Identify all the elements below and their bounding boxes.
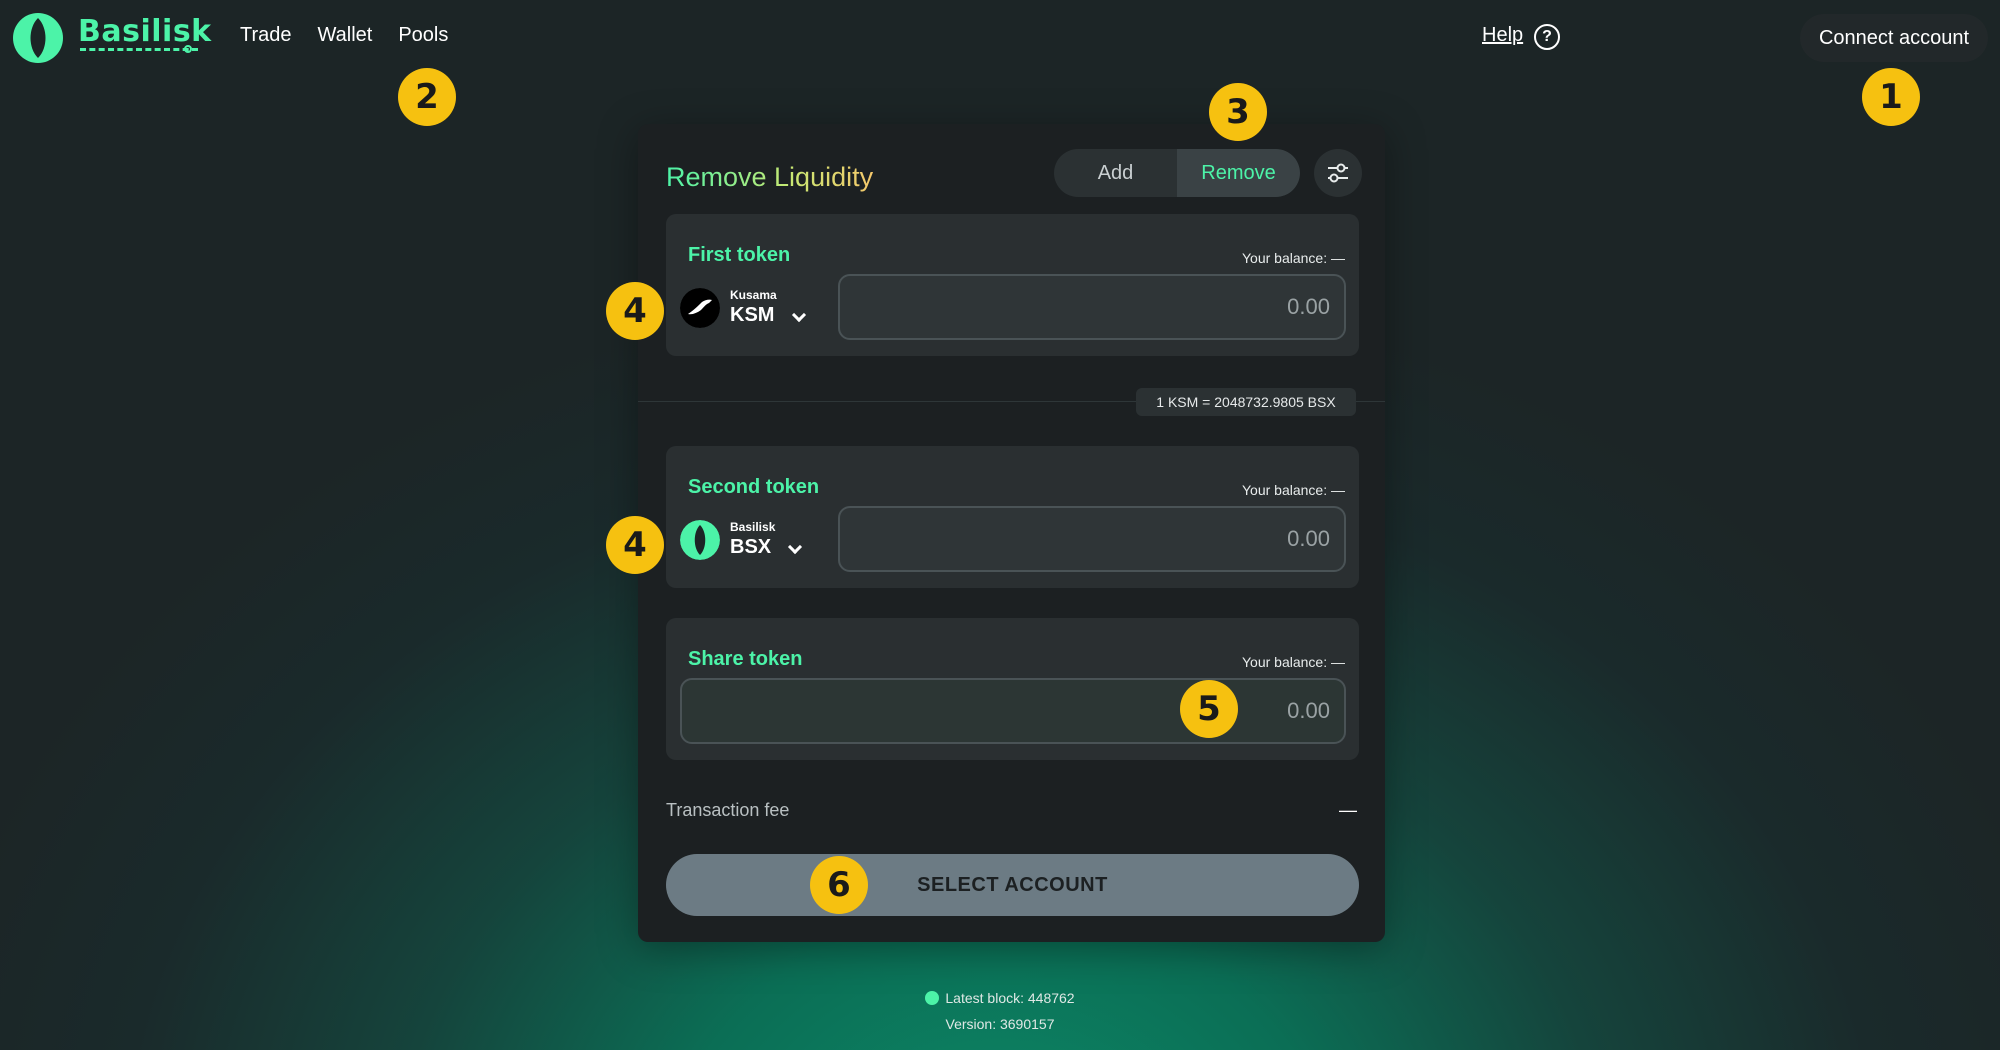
share-token-amount-input[interactable]: 0.00 [680,678,1346,744]
card-title: Remove Liquidity [666,162,874,192]
select-account-button[interactable]: SELECT ACCOUNT [666,854,1359,916]
settings-button[interactable] [1314,149,1362,197]
brand-underline [80,48,198,54]
kusama-icon [680,288,720,328]
callout-marker-4a: 4 [606,282,664,340]
callout-marker-2: 2 [398,68,456,126]
tab-add[interactable]: Add [1054,149,1177,197]
help-link[interactable]: Help [1482,24,1523,47]
chevron-down-icon [787,539,803,555]
second-token-selector[interactable]: Basilisk BSX [680,516,830,564]
second-token-label: Second token [688,476,820,498]
top-header: Basilisk Trade Wallet Pools Help ? Conne… [0,0,2000,74]
brand-name[interactable]: Basilisk [78,14,212,49]
status-dot-icon [925,991,940,1005]
latest-block-status: Latest block: 448762 [0,990,2000,1006]
version-text: Version: 3690157 [945,1016,1055,1032]
share-token-label: Share token [688,648,803,670]
main-nav: Trade Wallet Pools [240,24,448,47]
share-token-panel: Share token Your balance: — 0.00 [666,618,1359,760]
second-token-balance: Your balance: — [1242,482,1345,498]
basilisk-logo-icon[interactable] [12,12,64,64]
first-token-symbol: KSM [730,304,775,326]
question-icon[interactable]: ? [1534,24,1560,50]
liquidity-card: Remove Liquidity Add Remove First token … [638,124,1385,942]
basilisk-token-icon [680,520,720,560]
nav-pools[interactable]: Pools [398,24,448,47]
nav-wallet[interactable]: Wallet [318,24,373,47]
chevron-down-icon [791,307,807,323]
transaction-fee-label: Transaction fee [666,800,790,820]
nav-trade[interactable]: Trade [240,24,292,47]
share-token-balance: Your balance: — [1242,654,1345,670]
latest-block-text: Latest block: 448762 [945,990,1075,1006]
second-token-symbol: BSX [730,536,772,558]
second-token-amount-input[interactable]: 0.00 [838,506,1346,572]
callout-marker-6: 6 [810,856,868,914]
brand-dot [184,45,192,53]
exchange-rate-badge: 1 KSM = 2048732.9805 BSX [1136,388,1356,416]
add-remove-toggle: Add Remove [1054,149,1300,197]
callout-marker-3: 3 [1209,83,1267,141]
tab-remove[interactable]: Remove [1177,149,1300,197]
connect-account-button[interactable]: Connect account [1800,14,1988,62]
first-token-name: Kusama [730,288,777,302]
callout-marker-5: 5 [1180,680,1238,738]
first-token-selector[interactable]: Kusama KSM [680,284,830,332]
first-token-panel: First token Your balance: — Kusama KSM 0… [666,214,1359,356]
transaction-fee-value: — [1339,800,1357,820]
first-token-amount-input[interactable]: 0.00 [838,274,1346,340]
first-token-balance: Your balance: — [1242,250,1345,266]
sliders-icon [1328,163,1348,183]
callout-marker-1: 1 [1862,68,1920,126]
first-token-label: First token [688,244,791,266]
second-token-name: Basilisk [730,520,776,534]
second-token-panel: Second token Your balance: — Basilisk BS… [666,446,1359,588]
callout-marker-4b: 4 [606,516,664,574]
